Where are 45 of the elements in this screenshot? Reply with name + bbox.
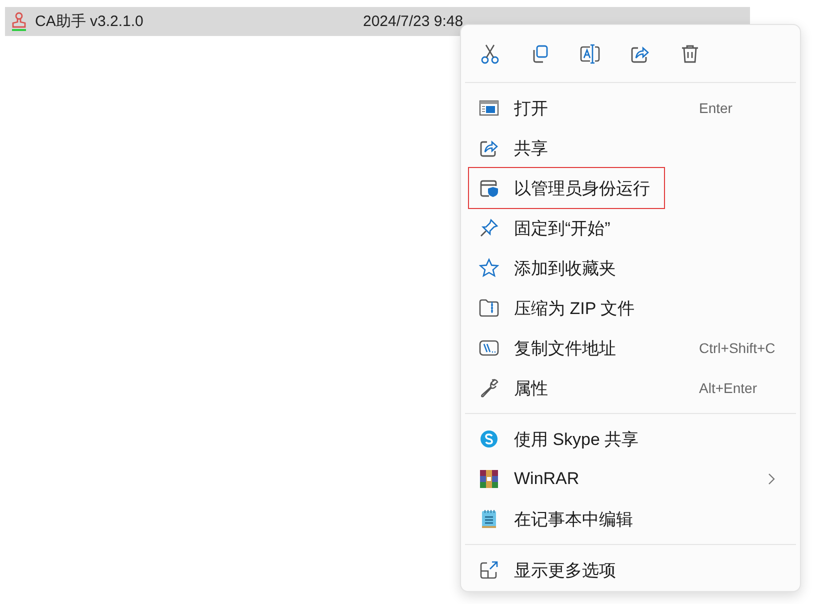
menu-item-label: 在记事本中编辑 [514, 508, 633, 530]
rename-icon [579, 42, 601, 64]
shield-window-icon [479, 178, 499, 198]
archive-icon [479, 469, 499, 489]
shortcut-label: Enter [699, 100, 732, 116]
star-icon [479, 258, 499, 278]
menu-item[interactable]: 属性 Alt+Enter [465, 368, 796, 408]
menu-item-label: 复制文件地址 [514, 338, 616, 360]
share-icon [479, 138, 499, 158]
menu-item[interactable]: 固定到“开始” [465, 208, 796, 248]
menu-item-label: 显示更多选项 [514, 560, 616, 582]
scissors-icon [480, 42, 500, 64]
pin-icon [479, 218, 499, 238]
menu-item-label: 固定到“开始” [514, 218, 610, 240]
menu-item[interactable]: 共享 [465, 128, 796, 168]
zip-folder-icon [479, 299, 499, 317]
menu-item-label: WinRAR [514, 469, 580, 489]
file-name: CA助手 v3.2.1.0 [35, 12, 144, 31]
menu-item-label: 属性 [514, 378, 548, 400]
trash-icon [680, 44, 700, 64]
menu-item[interactable]: 使用 Skype 共享 [465, 419, 796, 459]
stamp-icon [10, 12, 28, 32]
menu-item[interactable]: 添加到收藏夹 [465, 248, 796, 288]
menu-item[interactable]: 复制文件地址 Ctrl+Shift+C [465, 328, 796, 368]
shortcut-label: Ctrl+Shift+C [699, 340, 776, 356]
menu-item-label: 压缩为 ZIP 文件 [514, 298, 635, 320]
window-icon [479, 100, 499, 116]
highlighted-menu-item[interactable]: 以管理员身份运行 [469, 168, 664, 208]
wrench-icon [479, 378, 499, 398]
menu-item[interactable]: 压缩为 ZIP 文件 [465, 288, 796, 328]
notepad-icon [480, 509, 498, 529]
menu-item-label: 打开 [514, 98, 548, 120]
menu-item-label: 以管理员身份运行 [514, 178, 650, 200]
menu-item-label: 添加到收藏夹 [514, 258, 616, 280]
menu-item[interactable]: 打开 Enter [465, 88, 796, 128]
menu-item[interactable]: 显示更多选项 [465, 550, 796, 590]
expand-icon [479, 560, 499, 580]
skype-icon [479, 429, 499, 449]
menu-item[interactable]: WinRAR [465, 459, 796, 499]
menu-item-label: 共享 [514, 138, 548, 160]
menu-item-label: 使用 Skype 共享 [514, 428, 639, 450]
shortcut-label: Alt+Enter [699, 380, 757, 396]
menu-item[interactable]: 在记事本中编辑 [465, 499, 796, 539]
file-date: 2024/7/23 9:48 [363, 13, 464, 30]
path-icon [479, 339, 499, 357]
